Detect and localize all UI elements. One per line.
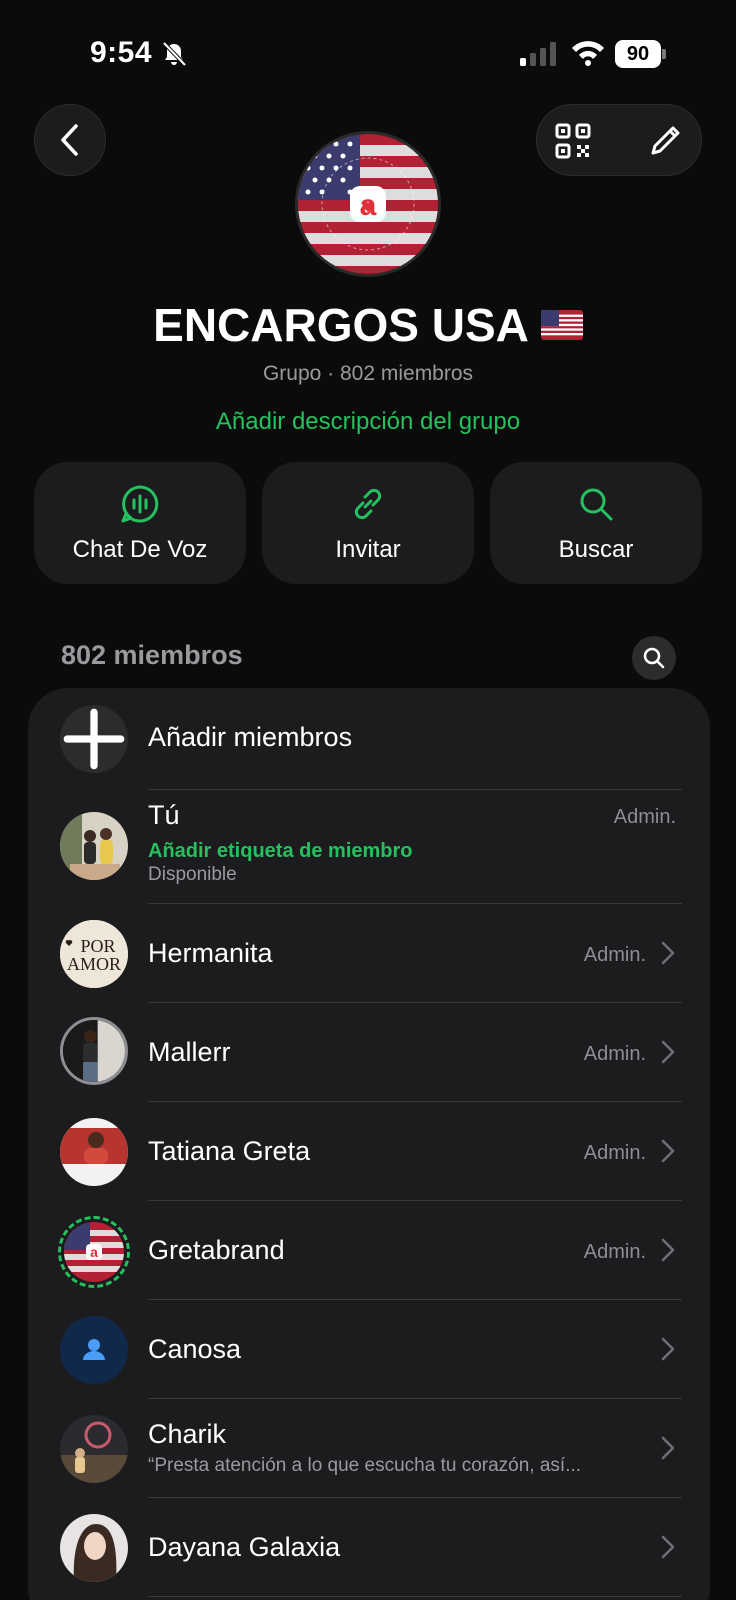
battery-level: 90 bbox=[615, 40, 661, 68]
avatar-text: POR bbox=[80, 936, 115, 956]
admin-badge: Admin. bbox=[583, 1043, 646, 1065]
chevron-right-icon bbox=[661, 941, 675, 965]
avatar-text: AMOR bbox=[67, 954, 121, 974]
status-time: 9:54 bbox=[90, 36, 153, 69]
add-member-tag-link[interactable]: Añadir etiqueta de miembro bbox=[148, 840, 413, 863]
battery-cap bbox=[662, 49, 666, 59]
default-avatar-icon bbox=[60, 1316, 128, 1384]
voice-chat-button[interactable]: Chat De Voz bbox=[34, 462, 246, 584]
group-name: ENCARGOS USA bbox=[153, 299, 529, 351]
add-description-link[interactable]: Añadir descripción del grupo bbox=[0, 408, 736, 436]
admin-badge: Admin. bbox=[583, 1241, 646, 1263]
member-row[interactable]: Dayana Galaxia bbox=[28, 1498, 710, 1597]
avatar bbox=[60, 1118, 128, 1186]
chevron-right-icon bbox=[661, 1337, 675, 1361]
member-status: Disponible bbox=[148, 864, 237, 885]
avatar: POR AMOR bbox=[60, 920, 128, 988]
chevron-right-icon bbox=[661, 1436, 675, 1460]
admin-badge: Admin. bbox=[613, 806, 676, 828]
voice-chat-icon bbox=[121, 485, 159, 523]
invite-label: Invitar bbox=[335, 536, 401, 563]
member-row[interactable]: POR AMOR Hermanita Admin. bbox=[28, 904, 710, 1003]
members-search-button[interactable] bbox=[632, 636, 676, 680]
plus-icon bbox=[63, 708, 125, 770]
group-subtitle: Grupo · 802 miembros bbox=[262, 362, 474, 385]
search-icon bbox=[643, 647, 665, 669]
member-photo bbox=[60, 1118, 128, 1186]
group-flag-image: a bbox=[298, 134, 438, 274]
avatar bbox=[60, 1514, 128, 1582]
member-row[interactable]: Charik “Presta atención a lo que escucha… bbox=[28, 1399, 710, 1498]
member-photo: a bbox=[64, 1222, 124, 1282]
add-member-avatar bbox=[60, 705, 128, 773]
avatar bbox=[60, 1017, 128, 1085]
pencil-icon[interactable] bbox=[647, 123, 683, 159]
search-label: Buscar bbox=[558, 536, 634, 563]
member-row[interactable]: Canosa bbox=[28, 1300, 710, 1399]
us-flag-icon bbox=[540, 309, 583, 340]
member-row[interactable]: a Gretabrand Admin. bbox=[28, 1201, 710, 1300]
avatar bbox=[60, 812, 128, 880]
chevron-right-icon bbox=[661, 1535, 675, 1559]
member-name: Gretabrand bbox=[148, 1235, 285, 1265]
chevron-right-icon bbox=[661, 1139, 675, 1163]
header-actions bbox=[536, 104, 702, 176]
member-photo bbox=[63, 1020, 125, 1082]
member-photo bbox=[60, 1415, 128, 1483]
add-members-label: Añadir miembros bbox=[148, 722, 353, 752]
search-button[interactable]: Buscar bbox=[490, 462, 702, 584]
admin-badge: Admin. bbox=[583, 1142, 646, 1164]
member-name: Tatiana Greta bbox=[148, 1136, 311, 1166]
member-photo bbox=[60, 812, 128, 880]
member-name: Tú bbox=[148, 800, 180, 830]
chevron-left-icon bbox=[61, 124, 78, 156]
status-bar: 9:54 90 bbox=[0, 0, 736, 100]
qr-code-icon[interactable] bbox=[555, 123, 591, 159]
wifi-icon bbox=[572, 41, 604, 66]
back-button[interactable] bbox=[34, 104, 106, 176]
row-divider bbox=[148, 1596, 682, 1597]
signal-icon bbox=[520, 42, 556, 66]
chevron-right-icon bbox=[661, 1040, 675, 1064]
member-row[interactable]: Tatiana Greta Admin. bbox=[28, 1102, 710, 1201]
member-name: Hermanita bbox=[148, 938, 273, 968]
battery-indicator: 90 bbox=[615, 40, 666, 68]
group-avatar[interactable]: a bbox=[295, 131, 441, 277]
chevron-right-icon bbox=[661, 1238, 675, 1262]
admin-badge: Admin. bbox=[583, 944, 646, 966]
member-row[interactable]: Mallerr Admin. bbox=[28, 1003, 710, 1102]
search-icon bbox=[580, 488, 613, 521]
members-count: 802 miembros bbox=[61, 640, 243, 670]
member-name: Dayana Galaxia bbox=[148, 1532, 341, 1562]
member-name: Charik bbox=[148, 1419, 227, 1449]
avatar bbox=[60, 1316, 128, 1384]
member-row[interactable]: Tú Admin. Añadir etiqueta de miembro Dis… bbox=[28, 790, 710, 904]
avatar bbox=[60, 1415, 128, 1483]
voice-chat-label: Chat De Voz bbox=[72, 536, 208, 563]
member-photo: POR AMOR bbox=[60, 920, 128, 988]
member-status: “Presta atención a lo que escucha tu cor… bbox=[148, 1455, 582, 1476]
member-name: Canosa bbox=[148, 1334, 242, 1364]
link-icon bbox=[354, 488, 382, 520]
add-members-row[interactable]: Añadir miembros bbox=[28, 688, 710, 790]
svg-text:a: a bbox=[90, 1244, 98, 1260]
member-photo bbox=[60, 1514, 128, 1582]
group-title: ENCARGOS USA bbox=[0, 298, 736, 352]
member-list: Añadir miembros Tú Admin. Añadir etiquet… bbox=[28, 688, 710, 1600]
bell-slash-icon bbox=[162, 41, 187, 67]
avatar-with-status-ring: a bbox=[58, 1216, 130, 1288]
invite-button[interactable]: Invitar bbox=[262, 462, 474, 584]
member-name: Mallerr bbox=[148, 1037, 231, 1067]
